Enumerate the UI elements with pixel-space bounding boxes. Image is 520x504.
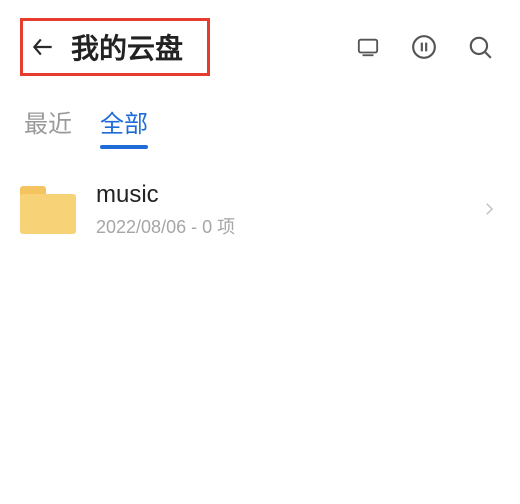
- header-toolbar: [354, 33, 500, 61]
- page-title: 我的云盘: [71, 27, 183, 67]
- search-icon[interactable]: [466, 33, 494, 61]
- folder-icon: [20, 186, 76, 234]
- list-item[interactable]: music 2022/08/06 - 0 项: [20, 177, 500, 243]
- header: 我的云盘: [0, 0, 520, 94]
- screen-icon[interactable]: [354, 33, 382, 61]
- chevron-right-icon: [480, 200, 500, 220]
- file-name: music: [96, 181, 460, 209]
- tabs: 最近 全部: [0, 94, 520, 149]
- header-left-highlighted: 我的云盘: [20, 18, 210, 76]
- back-icon[interactable]: [29, 33, 57, 61]
- file-list: music 2022/08/06 - 0 项: [0, 149, 520, 243]
- tab-all[interactable]: 全部: [100, 104, 148, 149]
- file-info: music 2022/08/06 - 0 项: [96, 181, 460, 239]
- pause-circle-icon[interactable]: [410, 33, 438, 61]
- tab-recent[interactable]: 最近: [24, 104, 72, 149]
- file-meta: 2022/08/06 - 0 项: [96, 213, 460, 239]
